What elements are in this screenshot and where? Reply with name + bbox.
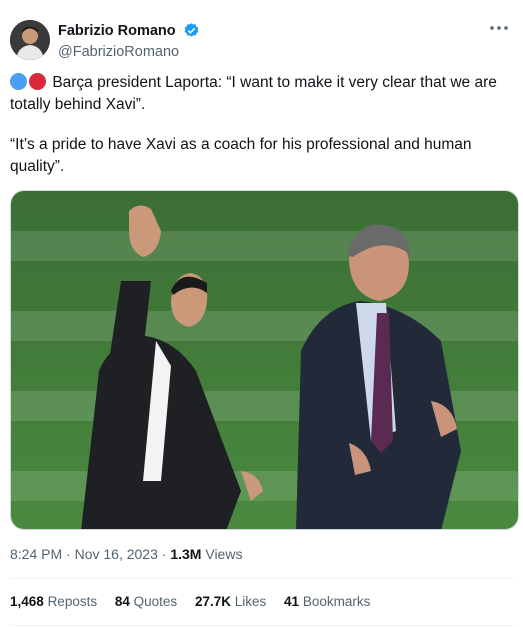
tweet-meta: 8:24 PM · Nov 16, 2023 · 1.3M Views xyxy=(10,546,242,562)
bookmarks-label: Bookmarks xyxy=(302,594,371,609)
likes-label: Likes xyxy=(234,594,267,609)
reposts-count: 1,468 xyxy=(10,594,44,609)
views-count: 1.3M xyxy=(170,546,202,562)
tweet-date[interactable]: Nov 16, 2023 xyxy=(75,546,158,562)
engagement-stats: 1,468 Reposts 84 Quotes 27.7K Likes 41 B… xyxy=(10,594,384,609)
red-circle-emoji-icon xyxy=(29,73,46,90)
author-name[interactable]: Fabrizio Romano xyxy=(58,23,176,39)
avatar[interactable] xyxy=(10,20,50,60)
tweet-paragraph-1: Barça president Laporta: “I want to make… xyxy=(10,72,515,116)
tweet-text: Barça president Laporta: “I want to make… xyxy=(10,72,515,196)
tweet-card: Fabrizio Romano @FabrizioRomano Barça pr… xyxy=(0,0,523,627)
divider-bottom xyxy=(10,625,515,626)
meta-separator: · xyxy=(66,546,75,562)
tweet-paragraph-2: “It’s a pride to have Xavi as a coach fo… xyxy=(10,136,472,175)
tweet-photo[interactable] xyxy=(10,190,519,530)
tweet-time[interactable]: 8:24 PM xyxy=(10,546,62,562)
quotes-stat[interactable]: 84 Quotes xyxy=(115,594,177,609)
likes-stat[interactable]: 27.7K Likes xyxy=(195,594,266,609)
tweet-line-1: Barça president Laporta: “I want to make… xyxy=(10,74,497,113)
views-label: Views xyxy=(205,546,243,562)
verified-badge-icon xyxy=(184,23,199,37)
quotes-label: Quotes xyxy=(133,594,178,609)
photo-scene xyxy=(11,191,518,529)
author-block: Fabrizio Romano @FabrizioRomano xyxy=(58,22,200,60)
likes-count: 27.7K xyxy=(194,594,231,609)
quotes-count: 84 xyxy=(114,594,130,609)
author-handle[interactable]: @FabrizioRomano xyxy=(58,44,200,60)
more-dots-icon[interactable] xyxy=(489,22,509,38)
blue-circle-emoji-icon xyxy=(10,73,27,90)
divider xyxy=(10,578,515,579)
bookmarks-stat[interactable]: 41 Bookmarks xyxy=(284,594,370,609)
reposts-label: Reposts xyxy=(47,594,98,609)
reposts-stat[interactable]: 1,468 Reposts xyxy=(10,594,97,609)
bookmarks-count: 41 xyxy=(284,594,300,609)
